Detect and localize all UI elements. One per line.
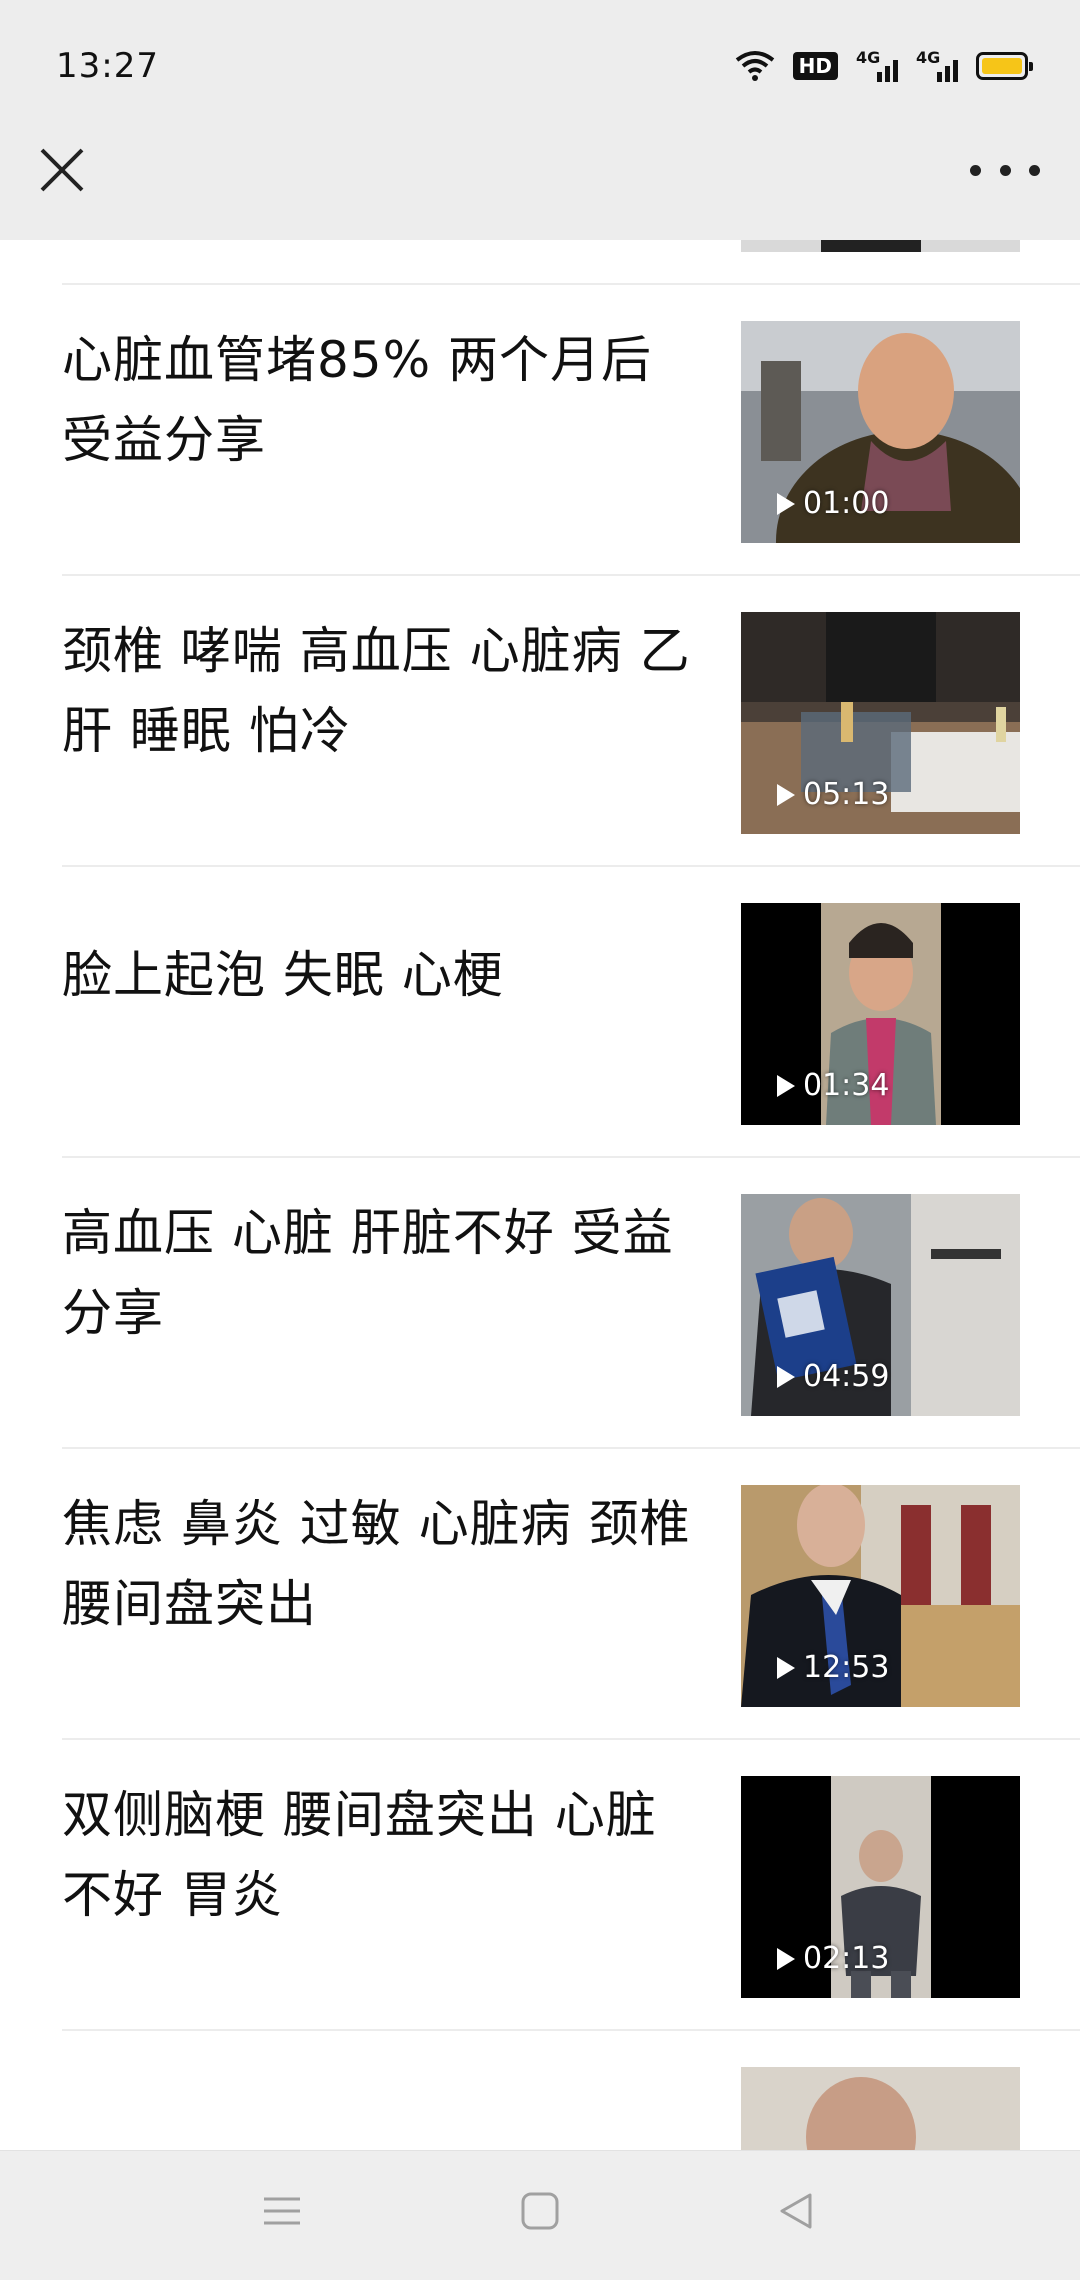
system-nav-bar bbox=[0, 2150, 1080, 2280]
video-duration: 12:53 bbox=[777, 1650, 889, 1685]
video-list-item[interactable]: 高血压 心脏 肝脏不好 受益分享 04:59 bbox=[0, 1158, 1080, 1448]
duration-label: 04:59 bbox=[803, 1359, 890, 1394]
play-icon bbox=[777, 1947, 795, 1970]
video-title: 颈椎 哮喘 高血压 心脏病 乙肝 睡眠 怕冷 bbox=[62, 622, 691, 760]
video-list-item[interactable]: 双侧脑梗 腰间盘突出 心脏不好 胃炎 02:13 bbox=[0, 1740, 1080, 2030]
signal-icon bbox=[877, 60, 898, 82]
video-list-item[interactable]: 焦虑 鼻炎 过敏 心脏病 颈椎 腰间盘突出 12:53 bbox=[0, 1449, 1080, 1739]
video-duration: 02:13 bbox=[777, 1941, 889, 1976]
wifi-icon bbox=[735, 51, 774, 81]
video-thumbnail[interactable]: 05:13 bbox=[741, 612, 1020, 834]
close-icon[interactable] bbox=[30, 138, 94, 202]
video-thumbnail[interactable]: 01:00 bbox=[741, 321, 1020, 543]
menu-icon[interactable] bbox=[262, 2191, 302, 2231]
video-thumbnail[interactable]: 02:13 bbox=[741, 1776, 1020, 1998]
video-thumbnail[interactable] bbox=[741, 2067, 1020, 2150]
video-duration: 01:00 bbox=[777, 486, 889, 521]
video-title: 双侧脑梗 腰间盘突出 心脏不好 胃炎 bbox=[62, 1786, 657, 1924]
video-title: 焦虑 鼻炎 过敏 心脏病 颈椎 腰间盘突出 bbox=[62, 1495, 691, 1633]
status-time: 13:27 bbox=[56, 46, 159, 86]
play-icon bbox=[777, 1074, 795, 1097]
home-square-icon[interactable] bbox=[520, 2191, 560, 2231]
signal-icon bbox=[937, 60, 958, 82]
more-dots-icon[interactable] bbox=[970, 150, 1040, 190]
video-list-item[interactable]: 颈椎 哮喘 高血压 心脏病 乙肝 睡眠 怕冷 05:13 bbox=[0, 576, 1080, 866]
video-thumbnail[interactable]: 01:34 bbox=[741, 903, 1020, 1125]
duration-label: 12:53 bbox=[803, 1650, 890, 1685]
hd-badge: HD bbox=[792, 52, 838, 80]
video-list-item[interactable]: 心脏血管堵85% 两个月后受益分享 01:00 bbox=[0, 285, 1080, 575]
thumbnail-image bbox=[741, 2067, 1020, 2150]
video-duration: 04:59 bbox=[777, 1359, 889, 1394]
network-signal-2: 4G bbox=[916, 48, 958, 84]
video-thumbnail[interactable]: 12:53 bbox=[741, 1485, 1020, 1707]
play-icon bbox=[777, 783, 795, 806]
partial-thumbnail bbox=[741, 240, 1020, 252]
play-icon bbox=[777, 492, 795, 515]
network-signal-1: 4G bbox=[856, 48, 898, 84]
video-title: 脸上起泡 失眠 心梗 bbox=[62, 946, 504, 1004]
play-icon bbox=[777, 1365, 795, 1388]
back-triangle-icon[interactable] bbox=[776, 2191, 816, 2231]
video-title: 高血压 心脏 肝脏不好 受益分享 bbox=[62, 1204, 674, 1342]
video-list-item[interactable] bbox=[0, 2031, 1080, 2150]
duration-label: 05:13 bbox=[803, 777, 890, 812]
video-list-item[interactable]: 脸上起泡 失眠 心梗 01:34 bbox=[0, 867, 1080, 1157]
play-icon bbox=[777, 1656, 795, 1679]
duration-label: 01:00 bbox=[803, 486, 890, 521]
status-bar: 13:27 HD 4G 4G bbox=[0, 0, 1080, 130]
video-duration: 05:13 bbox=[777, 777, 889, 812]
top-nav-bar bbox=[0, 130, 1080, 240]
duration-label: 02:13 bbox=[803, 1941, 890, 1976]
video-title: 心脏血管堵85% 两个月后受益分享 bbox=[62, 331, 653, 469]
duration-label: 01:34 bbox=[803, 1068, 890, 1103]
battery-icon bbox=[976, 52, 1033, 80]
video-list: 心脏血管堵85% 两个月后受益分享 01:00 颈椎 哮喘 高血压 心脏病 乙肝… bbox=[0, 240, 1080, 2150]
status-icons: HD 4G 4G bbox=[735, 46, 1033, 86]
video-duration: 01:34 bbox=[777, 1068, 889, 1103]
video-thumbnail[interactable]: 04:59 bbox=[741, 1194, 1020, 1416]
